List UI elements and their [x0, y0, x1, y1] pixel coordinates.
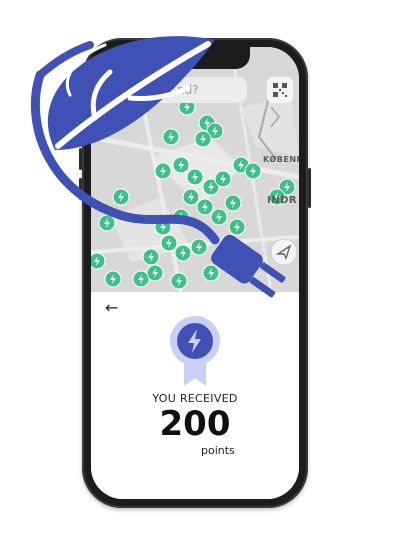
lightning-badge-icon: [170, 316, 220, 386]
reward-panel: ← YOU RECEIVED 200 points: [91, 292, 299, 499]
power-button: [308, 168, 311, 208]
points-value: 200: [159, 404, 231, 444]
points-unit-label: points: [201, 444, 235, 457]
leaf-plug-icon: [30, 36, 286, 298]
